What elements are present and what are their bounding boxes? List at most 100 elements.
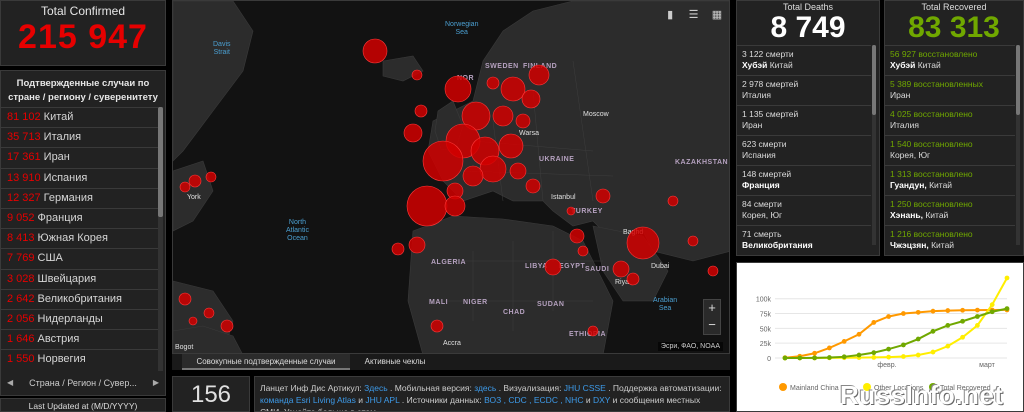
tab-cumulative-cases[interactable]: Совокупные подтвержденные случаи [182, 354, 350, 370]
country-panel-header: Подтвержденные случаи по стране / регион… [8, 78, 158, 103]
country-case-count: 8 413 [7, 232, 35, 245]
recovered-list[interactable]: 56 927 восстановлено Хубэй Китай 5 389 вос… [885, 45, 1015, 255]
zoom-control: + − [703, 299, 721, 335]
country-row[interactable]: 7 769 США [1, 248, 159, 268]
country-row[interactable]: 12 327 Германия [1, 187, 159, 208]
libya-label: LIBYA [525, 263, 548, 270]
country-row[interactable]: 9 052 Франция [1, 207, 159, 228]
recovered-row[interactable]: 56 927 восстановлено Хубэй Китай [885, 45, 1015, 75]
tab-active-cases[interactable]: Активные чеклы [350, 354, 440, 370]
kazakhstan-label: KAZAKHSTAN [675, 159, 729, 166]
recovered-country: Китай [925, 210, 949, 220]
country-row[interactable]: 2 642 Великобритания [1, 288, 159, 309]
country-name: Китай [43, 111, 74, 123]
recovered-row[interactable]: 1 313 восстановлено Гуандун, Китай [885, 165, 1015, 195]
recovered-row[interactable]: 1 216 восстановлено Чжэцзян, Китай [885, 225, 1015, 255]
prev-page-icon[interactable]: ◀ [7, 373, 13, 393]
total-deaths-panel: Total Deaths 8 749 3 122 смерти Хубэй Кит… [736, 0, 880, 256]
recovered-count: 56 927 восстановлено [890, 49, 978, 59]
map-tabs: Совокупные подтвержденные случаи Активны… [172, 354, 730, 370]
chart-point [782, 355, 788, 361]
turkey-label: TURKEY [571, 208, 603, 215]
warsaw-label: Warsa [519, 130, 539, 137]
norway-label: NOR [457, 75, 475, 82]
death-country: Иран [742, 120, 763, 130]
country-row[interactable]: 1 550 Норвегия [1, 349, 159, 369]
death-region: Франция [742, 180, 780, 190]
legend-label[interactable]: Mainland China [790, 385, 839, 392]
countries-count: 156 [190, 381, 232, 408]
country-row[interactable]: 3 028 Швейцария [1, 268, 159, 289]
sources-link[interactable]: ВОЗ , CDC , ECDC , NHC [484, 395, 583, 405]
davis-strait-label: Davis Strait [213, 41, 231, 56]
country-list[interactable]: 81 102 Китай 35 713 Италия 17 361 Иран 13 910 И… [1, 107, 159, 371]
country-row[interactable]: 1 646 Австрия [1, 329, 159, 349]
map-view[interactable]: Davis Strait Norwegian Sea North Atlanti… [172, 0, 730, 354]
deaths-row[interactable]: 71 смерть Великобритания [737, 225, 871, 255]
deaths-row[interactable]: 84 смерти Корея, Юг [737, 195, 871, 225]
dxy-link[interactable]: DXY [593, 395, 610, 405]
y-tick-label: 50k [760, 326, 772, 333]
deaths-row[interactable]: 2 978 смертей Италия [737, 75, 871, 105]
country-row[interactable]: 13 910 Испания [1, 167, 159, 188]
last-updated: Last Updated at (M/D/YYYY) [0, 398, 166, 412]
country-name: Австрия [37, 333, 80, 346]
esri-link[interactable]: команда Esri Living Atlas [260, 395, 356, 405]
next-page-icon[interactable]: ▶ [153, 373, 159, 393]
finland-label: FINLAND [523, 63, 558, 70]
country-row[interactable]: 17 361 Иран [1, 147, 159, 167]
deaths-row[interactable]: 3 122 смерти Хубэй Китай [737, 45, 871, 75]
jhu-csse-link[interactable]: JHU CSSE [564, 383, 606, 393]
zoom-in-button[interactable]: + [704, 300, 720, 317]
recovered-region: Хэнань, [890, 210, 923, 220]
country-name: Южная Корея [37, 232, 108, 245]
deaths-row[interactable]: 148 смертей Франция [737, 165, 871, 195]
country-case-count: 1 646 [7, 333, 35, 346]
chart-point [901, 311, 906, 316]
baghdad-label: Baghd [623, 229, 644, 236]
chart-point [886, 314, 891, 319]
country-case-count: 2 056 [7, 312, 35, 325]
recovered-row[interactable]: 5 389 восстановленных Иран [885, 75, 1015, 105]
recovered-row[interactable]: 1 250 восстановлено Хэнань, Китай [885, 195, 1015, 225]
chart-point [886, 354, 891, 360]
chart-point [856, 331, 862, 337]
zoom-out-button[interactable]: − [704, 317, 720, 334]
list-icon[interactable]: ☰ [686, 7, 702, 23]
bookmark-icon[interactable]: ▮ [662, 7, 678, 23]
chart-point [841, 339, 847, 344]
country-name: Нидерланды [37, 312, 103, 325]
country-list-scrollbar[interactable] [158, 107, 163, 371]
lancet-link[interactable]: Здесь [364, 383, 388, 393]
recovered-region: Гуандун, [890, 180, 927, 190]
deaths-scrollbar[interactable] [872, 45, 876, 245]
country-name: Франция [37, 211, 83, 224]
mobile-link[interactable]: здесь [474, 383, 496, 393]
country-panel: Подтвержденные случаи по стране / регион… [0, 70, 166, 396]
country-name: Норвегия [37, 353, 86, 366]
recovered-row[interactable]: 4 025 восстановлено Италия [885, 105, 1015, 135]
country-name: Германия [43, 191, 93, 204]
grid-icon[interactable]: ▦ [709, 7, 725, 23]
deaths-row[interactable]: 1 135 смертей Иран [737, 105, 871, 135]
saudi-label: SAUDI [585, 266, 610, 273]
death-region: Великобритания [742, 240, 813, 250]
jhu-apl-link[interactable]: JHU APL [365, 395, 399, 405]
country-row[interactable]: 8 413 Южная Корея [1, 228, 159, 248]
info-text: . Визуализация: [496, 383, 564, 393]
egypt-label: EGYPT [559, 263, 586, 270]
deaths-row[interactable]: 623 смерти Испания [737, 135, 871, 165]
recovered-count: 1 216 восстановлено [890, 229, 973, 239]
recovered-row[interactable]: 1 540 восстановлено Корея, Юг [885, 135, 1015, 165]
country-nav-label[interactable]: Страна / Регион / Сувер... [29, 378, 137, 388]
country-row[interactable]: 81 102 Китай [1, 107, 159, 127]
death-count: 3 122 смерти [742, 49, 794, 59]
ethiopia-label: ETHIOPIA [569, 331, 607, 338]
country-row[interactable]: 35 713 Италия [1, 127, 159, 147]
chart-point [1004, 306, 1010, 312]
deaths-list[interactable]: 3 122 смерти Хубэй Китай 2 978 смертей Итал… [737, 45, 871, 255]
chart-point [812, 355, 817, 361]
country-row[interactable]: 2 056 Нидерланды [1, 308, 159, 329]
istanbul-label: Istanbul [551, 194, 576, 201]
recovered-scrollbar[interactable] [1016, 45, 1020, 245]
